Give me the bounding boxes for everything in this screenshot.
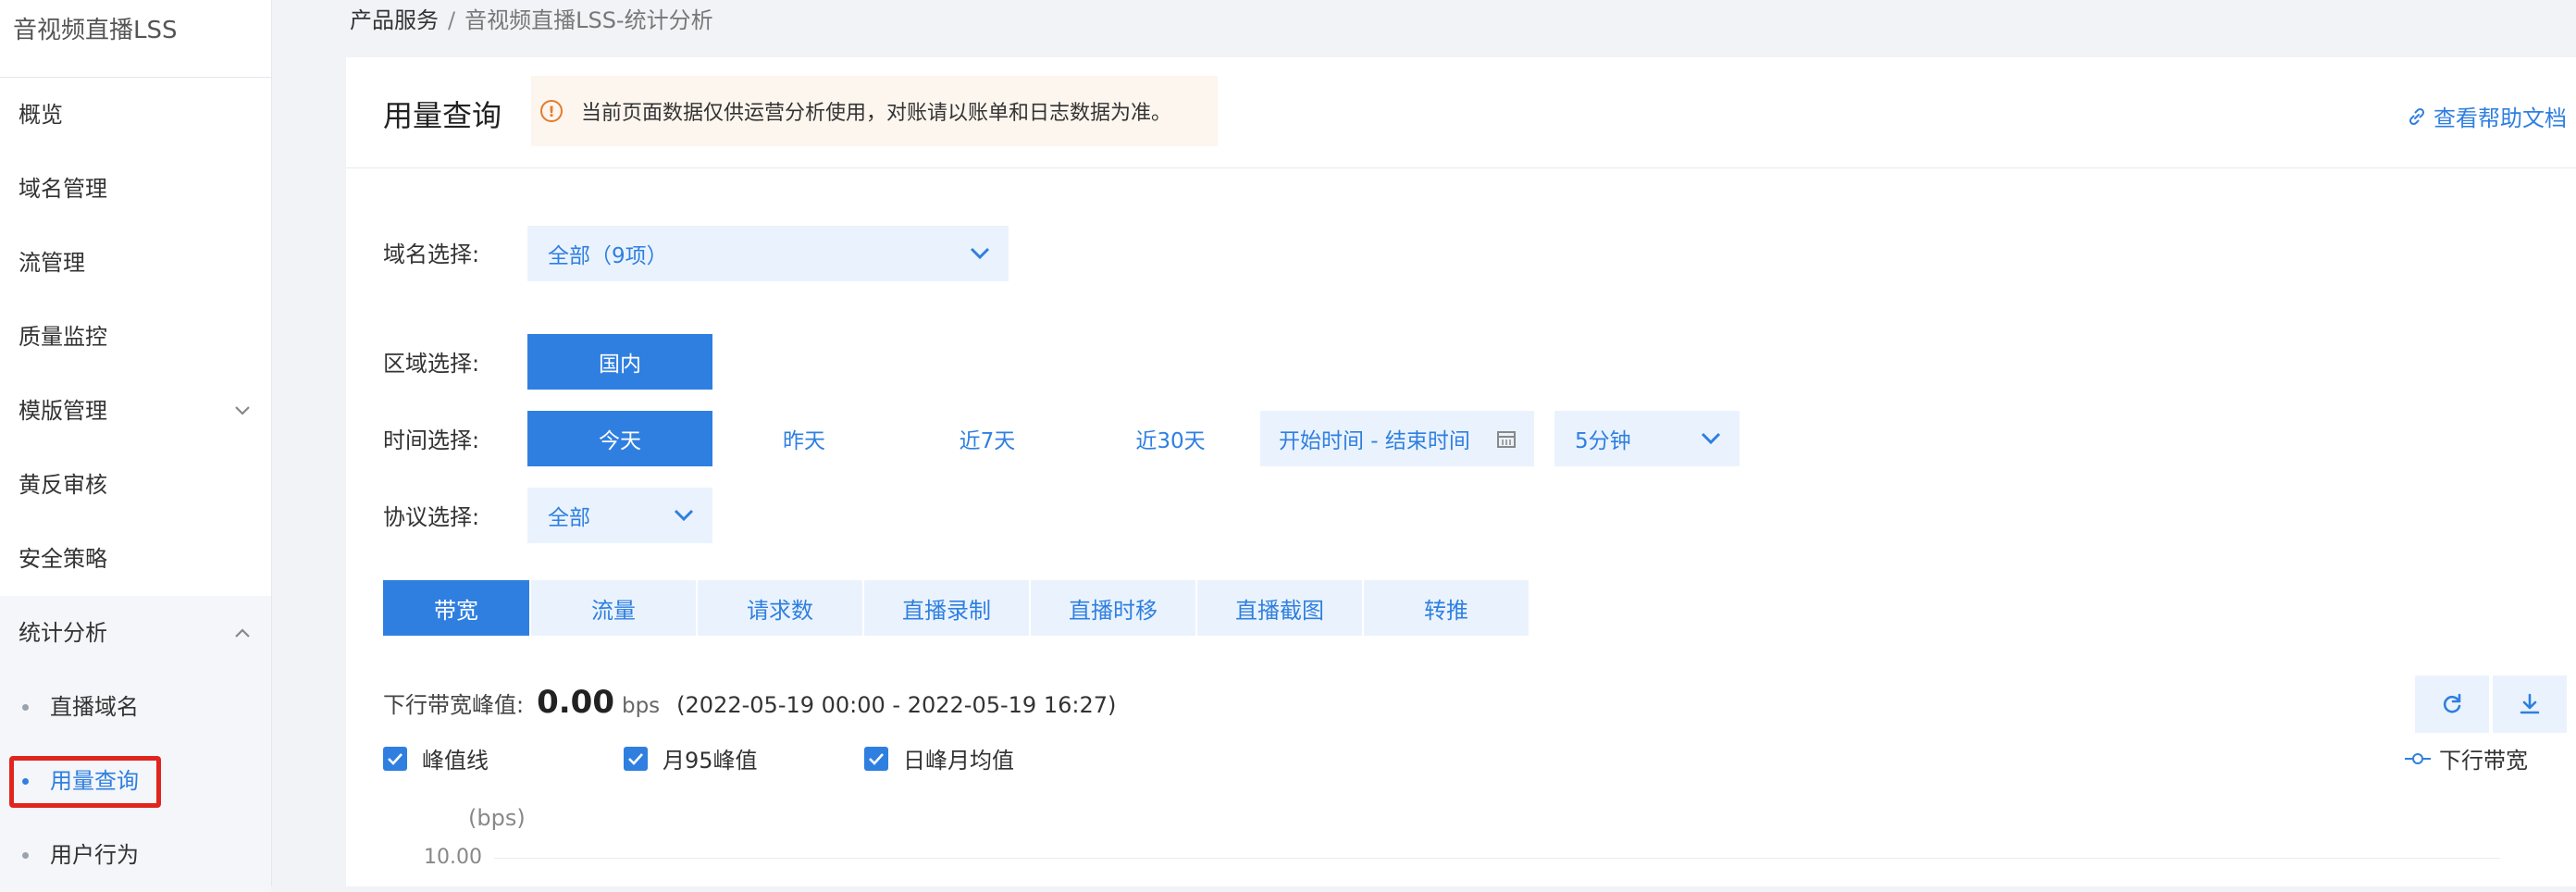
date-range-placeholder: 开始时间 - 结束时间 [1279,429,1470,453]
sidebar-item-quality-monitoring[interactable]: 质量监控 [0,300,271,374]
notice-banner: ! 当前页面数据仅供运营分析使用，对账请以账单和日志数据为准。 [531,76,1218,146]
chevron-down-icon [234,374,251,448]
tab-requests[interactable]: 请求数 [698,580,862,636]
peak-stats: 下行带宽峰值: 0.00 bps (2022-05-19 00:00 - 202… [383,684,1116,721]
tab-screenshot[interactable]: 直播截图 [1197,580,1362,636]
time-option-yesterday[interactable]: 昨天 [712,411,896,466]
region-filter-label: 区域选择: [383,351,480,377]
checkbox-daily-peak-monthly-avg[interactable]: 日峰月均值 [864,742,1014,774]
breadcrumb-current: 音视频直播LSS-统计分析 [464,7,713,33]
sidebar-item-security-policy[interactable]: 安全策略 [0,522,271,596]
bullet-icon [22,704,29,711]
link-icon [2409,107,2425,125]
help-link-label: 查看帮助文档 [2434,105,2567,131]
breadcrumb: 产品服务 / 音视频直播LSS-统计分析 [350,0,713,43]
sidebar-subitem-label: 直播域名 [50,694,139,720]
tab-bandwidth[interactable]: 带宽 [383,580,529,636]
sidebar-item-label: 流管理 [19,250,85,276]
chevron-down-icon [1701,432,1721,445]
region-option-domestic[interactable]: 国内 [527,334,712,390]
chevron-up-icon [234,596,251,670]
checkbox-peak-line[interactable]: 峰值线 [383,742,489,774]
sidebar-item-template-management[interactable]: 模版管理 [0,374,271,448]
domain-select[interactable]: 全部（9项） [527,226,1009,281]
interval-select-value: 5分钟 [1575,429,1631,453]
sidebar-item-domain-management[interactable]: 域名管理 [0,152,271,226]
protocol-filter-label: 协议选择: [383,504,480,530]
download-button[interactable] [2493,675,2567,733]
sidebar-subitem-label: 用户行为 [50,842,139,868]
sidebar-subitem-user-behavior[interactable]: 用户行为 [0,818,271,892]
sidebar-subitem-usage-query[interactable]: 用量查询 [0,744,271,818]
time-filter-label: 时间选择: [383,427,480,453]
chart-y-tick: 10.00 [424,846,482,869]
sidebar-group-statistics: 统计分析 直播域名 用量查询 用户行为 [0,596,271,892]
chart-legend-downstream-bandwidth[interactable]: 下行带宽 [2404,742,2528,774]
sidebar-item-label: 安全策略 [19,546,107,572]
sidebar-item-label: 模版管理 [19,398,107,424]
chevron-down-icon [674,509,694,522]
breadcrumb-parent[interactable]: 产品服务 [350,7,439,33]
refresh-button[interactable] [2415,675,2489,733]
warning-icon: ! [540,100,563,122]
sidebar-item-label: 黄反审核 [19,472,107,498]
sidebar-item-statistics[interactable]: 统计分析 [0,596,271,670]
calendar-icon [1497,431,1516,448]
date-range-picker[interactable]: 开始时间 - 结束时间 [1260,411,1534,466]
checkbox-month-95-peak[interactable]: 月95峰值 [624,742,758,774]
sidebar: 音视频直播LSS 概览 域名管理 流管理 质量监控 模版管理 黄反审核 安全策略… [0,0,272,892]
sidebar-item-label: 统计分析 [19,620,107,646]
legend-label: 下行带宽 [2439,748,2528,774]
tab-time-shift[interactable]: 直播时移 [1031,580,1195,636]
help-docs-link[interactable]: 查看帮助文档 [2406,100,2567,132]
notice-text: 当前页面数据仅供运营分析使用，对账请以账单和日志数据为准。 [581,102,1172,125]
tab-relay[interactable]: 转推 [1364,580,1529,636]
sidebar-item-label: 质量监控 [19,324,107,350]
peak-unit: bps [621,694,661,718]
sidebar-item-content-review[interactable]: 黄反审核 [0,448,271,522]
checkmark-icon [383,746,407,771]
legend-line-icon [2405,752,2431,764]
protocol-select-value: 全部 [548,506,590,530]
checkmark-icon [864,746,888,771]
chart-y-unit: (bps) [468,805,526,831]
domain-select-value: 全部（9项） [548,244,668,268]
breadcrumb-separator: / [448,7,456,33]
bullet-icon [22,778,29,785]
interval-select[interactable]: 5分钟 [1554,411,1740,466]
sidebar-subitem-live-domain[interactable]: 直播域名 [0,670,271,744]
time-option-today[interactable]: 今天 [527,411,712,466]
sidebar-item-label: 概览 [19,102,63,128]
main-card: 用量查询 ! 当前页面数据仅供运营分析使用，对账请以账单和日志数据为准。 查看帮… [346,57,2576,886]
peak-label: 下行带宽峰值: [383,692,525,718]
sidebar-title: 音视频直播LSS [0,0,271,78]
checkbox-label: 日峰月均值 [903,748,1014,774]
bullet-icon [22,852,29,859]
peak-time-range: (2022-05-19 00:00 - 2022-05-19 16:27) [676,692,1117,718]
protocol-select[interactable]: 全部 [527,488,712,543]
checkbox-label: 月95峰值 [663,748,758,774]
chart-grid-line [494,858,2500,859]
sidebar-item-stream-management[interactable]: 流管理 [0,226,271,300]
peak-value: 0.00 [537,684,614,721]
domain-filter-label: 域名选择: [383,242,480,267]
refresh-icon [2443,693,2461,713]
sidebar-item-label: 域名管理 [19,176,107,202]
time-option-30-days[interactable]: 近30天 [1079,411,1262,466]
tab-traffic[interactable]: 流量 [531,580,696,636]
sidebar-item-overview[interactable]: 概览 [0,78,271,152]
tab-live-recording[interactable]: 直播录制 [864,580,1029,636]
metric-tabs: 带宽 流量 请求数 直播录制 直播时移 直播截图 转推 [383,580,1530,636]
time-option-7-days[interactable]: 近7天 [896,411,1079,466]
checkbox-label: 峰值线 [422,748,489,774]
page-title: 用量查询 [383,98,502,133]
download-icon [2520,693,2540,714]
checkmark-icon [624,746,648,771]
card-header: 用量查询 ! 当前页面数据仅供运营分析使用，对账请以账单和日志数据为准。 查看帮… [346,57,2576,168]
selection-highlight [9,756,161,808]
chevron-down-icon [970,247,990,260]
